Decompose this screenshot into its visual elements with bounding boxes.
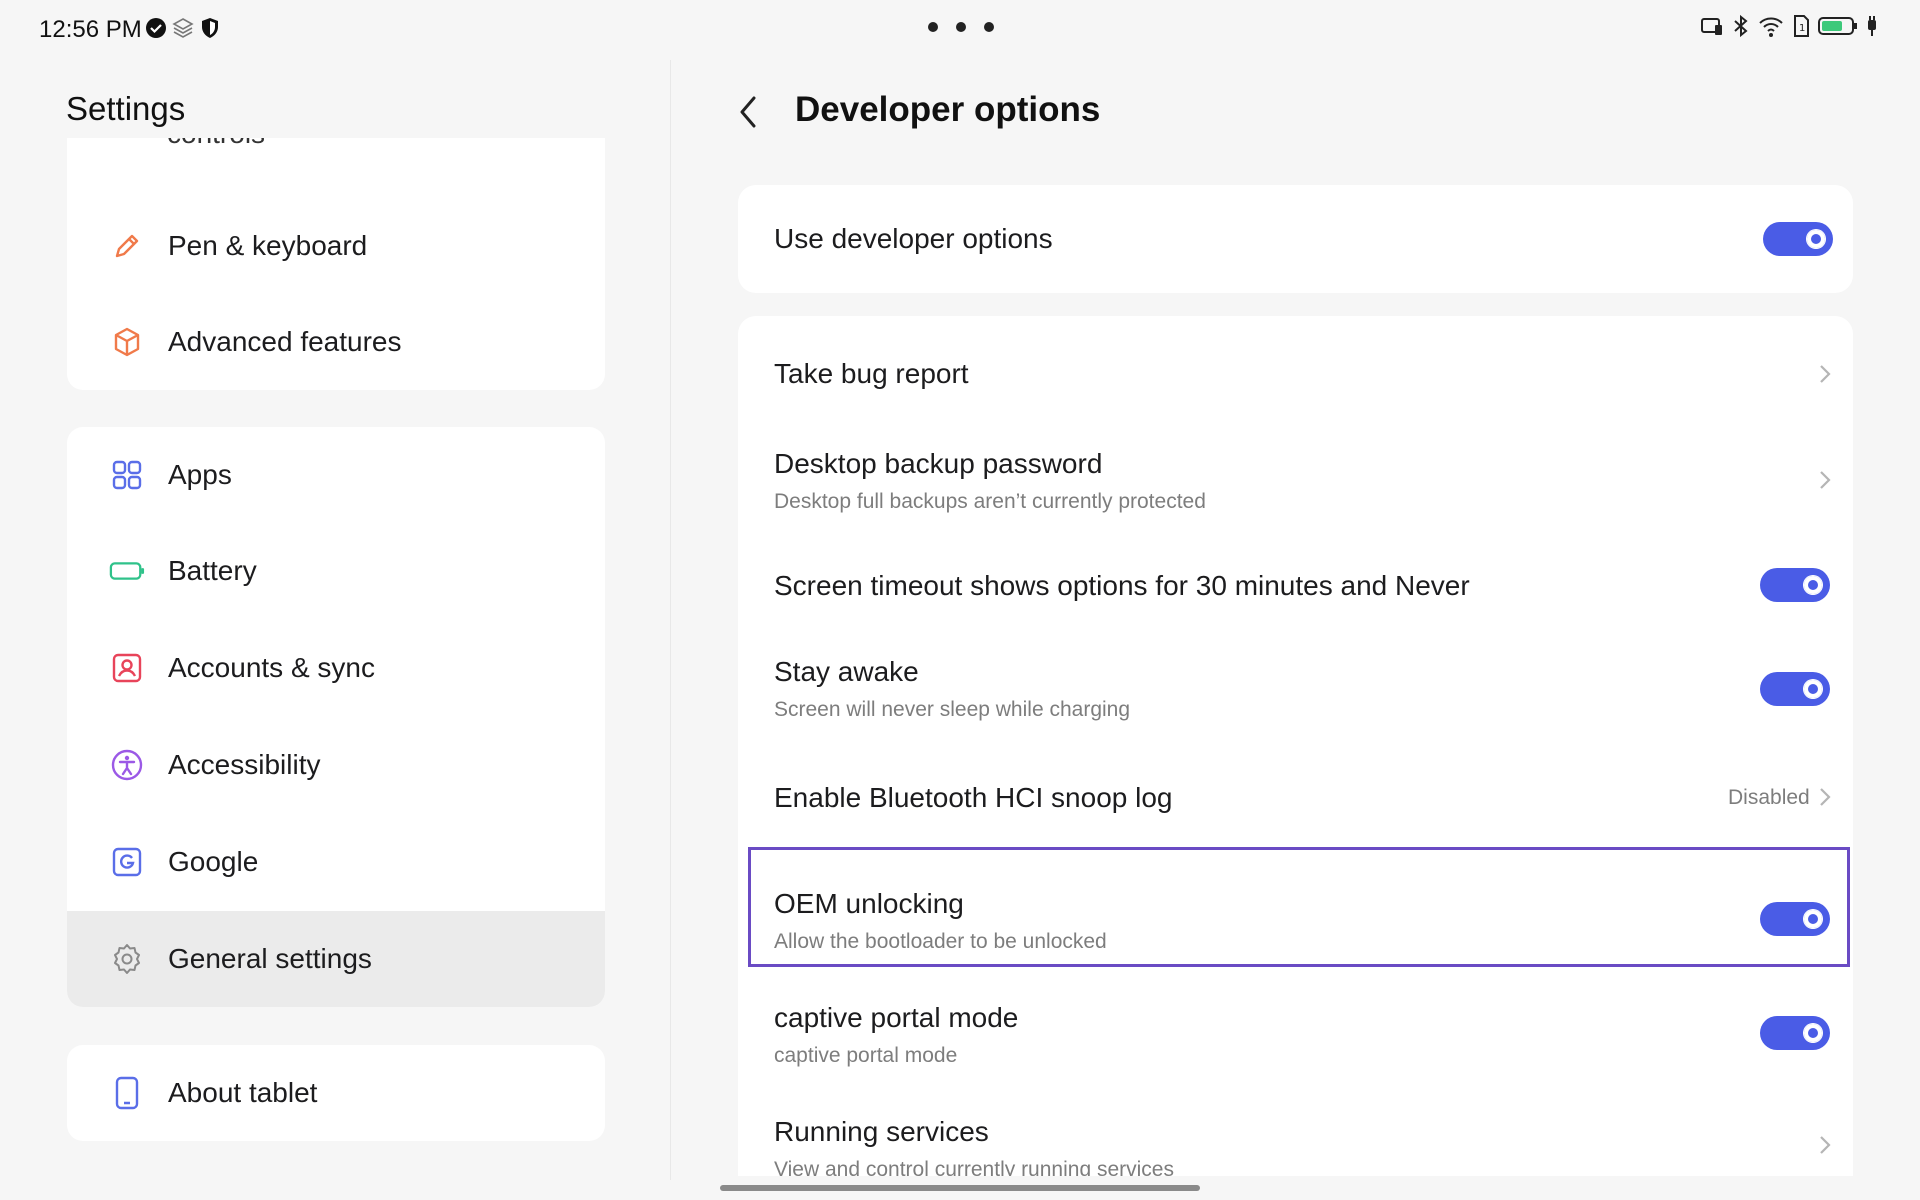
sidebar-item-label: General settings [168,943,372,974]
settings-title: Settings [66,90,186,127]
sidebar-item-general-settings[interactable]: General settings [67,911,605,1007]
home-indicator[interactable] [720,1185,1200,1191]
bluetooth-icon [1734,14,1748,38]
stay-awake-toggle[interactable] [1760,672,1830,706]
master-switch-card: Use developer options [738,185,1853,293]
gear-icon [109,941,145,977]
row-title: captive portal mode [774,1002,1019,1033]
charging-icon [1868,16,1876,36]
row-title: Take bug report [774,358,969,389]
cube-icon [109,324,145,360]
battery-icon [1818,17,1857,35]
status-time: 12:56 PM [39,16,142,43]
screen-timeout-toggle[interactable] [1760,568,1830,602]
sidebar-item-label: Google [168,846,259,877]
tablet-icon [109,1075,145,1111]
row-title: Desktop backup password [774,448,1103,479]
account-icon [109,650,145,686]
row-subtitle: View and control currently running servi… [774,1158,1174,1176]
google-icon [109,844,145,880]
status-icons-right: 1 [1700,14,1878,38]
row-subtitle: Desktop full backups aren’t currently pr… [774,490,1206,513]
settings-group-2: Apps Battery Accounts & sync Accessibili… [67,427,605,1007]
stay-awake-row[interactable]: Stay awake Screen will never sleep while… [738,634,1853,740]
bluetooth-hci-snoop-row[interactable]: Enable Bluetooth HCI snoop log Disabled [738,740,1853,846]
sidebar-item-about-tablet[interactable]: About tablet [67,1045,605,1141]
sidebar-item-label: Advanced features [168,326,402,357]
battery-icon [109,553,145,589]
apps-grid-icon [109,457,145,493]
use-developer-options-toggle[interactable] [1763,222,1833,256]
back-button[interactable] [730,92,766,132]
accessibility-icon [109,747,145,783]
chevron-right-icon [1820,788,1831,806]
sidebar-item-google[interactable]: Google [67,814,605,910]
wifi-icon [1759,17,1783,37]
captive-portal-row[interactable]: captive portal mode captive portal mode [738,966,1853,1074]
sidebar-item-pen-keyboard[interactable]: Pen & keyboard [67,198,605,294]
sidebar-item-apps[interactable]: Apps [67,427,605,523]
running-services-row[interactable]: Running services View and control curren… [738,1074,1853,1176]
sidebar-item-label: About tablet [168,1077,318,1108]
developer-options-list: Take bug report Desktop backup password … [738,316,1853,1176]
settings-group-1: controls Pen & keyboard Advanced feature… [67,138,605,390]
sidebar-item-label: Apps [168,459,232,490]
sidebar-item-label: Battery [168,555,257,586]
shield-icon [202,18,218,38]
sidebar-item-label: Accounts & sync [168,652,375,683]
settings-group-3: About tablet [67,1045,605,1141]
captive-portal-toggle[interactable] [1760,1016,1830,1050]
check-circle-icon [146,18,166,38]
sidebar-item-accounts-sync[interactable]: Accounts & sync [67,620,605,716]
sidebar-item-battery[interactable]: Battery [67,523,605,619]
screen-timeout-row[interactable]: Screen timeout shows options for 30 minu… [738,534,1853,634]
pane-divider [670,60,671,1180]
row-subtitle: Screen will never sleep while charging [774,698,1131,721]
sidebar-item-advanced-features[interactable]: Advanced features [67,294,605,390]
row-title: Screen timeout shows options for 30 minu… [774,570,1470,601]
cut-item: controls [67,138,605,150]
pen-icon [109,228,145,264]
row-title: Running services [774,1116,989,1147]
page-title: Developer options [795,90,1101,129]
cast-icon [1701,18,1722,35]
focus-highlight [748,847,1850,967]
sidebar-item-accessibility[interactable]: Accessibility [67,717,605,813]
chevron-right-icon [1820,365,1831,383]
desktop-backup-password-row[interactable]: Desktop backup password Desktop full bac… [738,434,1853,534]
chevron-right-icon [1820,1136,1831,1154]
row-subtitle: captive portal mode [774,1044,958,1067]
sim-icon: 1 [1794,15,1809,37]
status-bar: 12:56 PM 1 [0,0,1920,60]
take-bug-report-row[interactable]: Take bug report [738,316,1853,434]
use-developer-options-row[interactable]: Use developer options [738,185,1853,293]
svg-text:1: 1 [1799,23,1805,34]
status-icons-left [145,16,221,40]
sidebar-item-label: Accessibility [168,749,321,780]
row-title: Use developer options [774,223,1053,254]
multitask-dots[interactable] [928,22,994,32]
back-arrow-icon [740,96,756,128]
chevron-right-icon [1820,471,1831,489]
layers-icon [172,18,194,38]
row-value: Disabled [1728,786,1810,809]
row-title: Enable Bluetooth HCI snoop log [774,782,1173,813]
row-title: Stay awake [774,656,919,687]
sidebar-item-label: Pen & keyboard [168,230,368,261]
cut-item-label: controls [167,138,265,150]
